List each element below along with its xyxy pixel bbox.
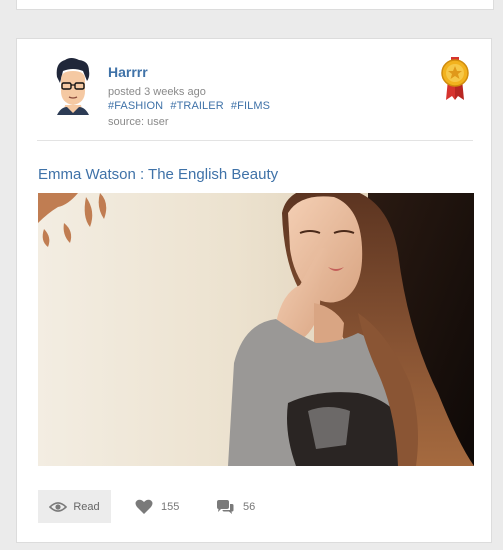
previous-post-card [16, 0, 494, 10]
post-card: Harrrr posted 3 weeks ago #FASHION #TRAI… [16, 38, 492, 543]
heart-icon [135, 499, 153, 514]
post-image[interactable] [38, 193, 474, 466]
author-avatar[interactable] [53, 57, 93, 115]
read-button[interactable]: Read [38, 490, 111, 523]
read-label: Read [73, 500, 100, 513]
like-count: 155 [161, 500, 180, 513]
comment-count: 56 [243, 500, 256, 513]
post-source: source: user [108, 116, 169, 128]
tag-link[interactable]: #TRAILER [170, 100, 223, 112]
author-name[interactable]: Harrrr [108, 64, 148, 80]
tag-link[interactable]: #FILMS [231, 100, 270, 112]
header-divider [37, 140, 473, 141]
posted-time: posted 3 weeks ago [108, 86, 206, 98]
medal-badge-icon [441, 57, 469, 100]
tag-list: #FASHION #TRAILER #FILMS [108, 100, 274, 112]
like-button[interactable]: 155 [135, 490, 179, 523]
comment-bubbles-icon [217, 499, 234, 514]
comment-button[interactable]: 56 [215, 490, 255, 523]
post-title[interactable]: Emma Watson : The English Beauty [38, 166, 278, 183]
post-actions: Read 155 56 [38, 490, 474, 523]
eye-icon [49, 501, 68, 512]
tag-link[interactable]: #FASHION [108, 100, 163, 112]
